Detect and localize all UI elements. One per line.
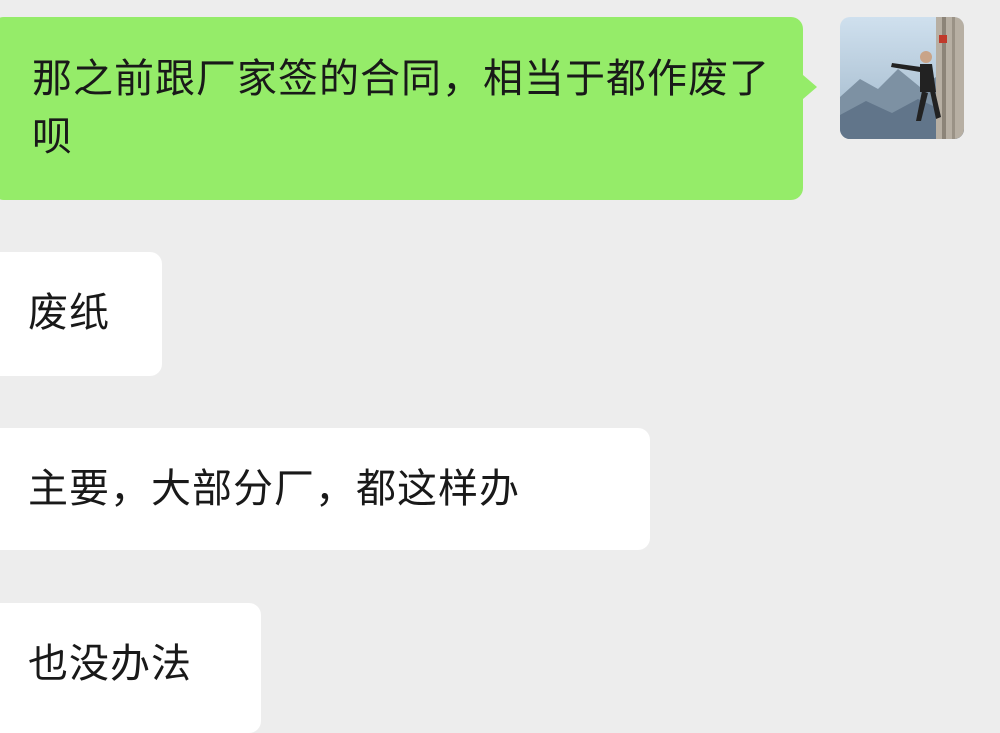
message-text: 主要，大部分厂，都这样办 (28, 466, 520, 512)
bubble-tail (803, 75, 817, 99)
message-bubble-received[interactable]: 废纸 (0, 252, 162, 376)
message-text: 那之前跟厂家签的合同，相当于都作废了呗 (32, 56, 770, 160)
avatar-photo-icon (840, 17, 964, 139)
message-bubble-received[interactable]: 也没办法 (0, 603, 261, 733)
message-text: 废纸 (28, 290, 110, 336)
avatar[interactable] (840, 17, 964, 139)
message-text: 也没办法 (28, 641, 192, 687)
message-bubble-received[interactable]: 主要，大部分厂，都这样办 (0, 428, 650, 550)
message-bubble-sent[interactable]: 那之前跟厂家签的合同，相当于都作废了呗 (0, 17, 817, 200)
